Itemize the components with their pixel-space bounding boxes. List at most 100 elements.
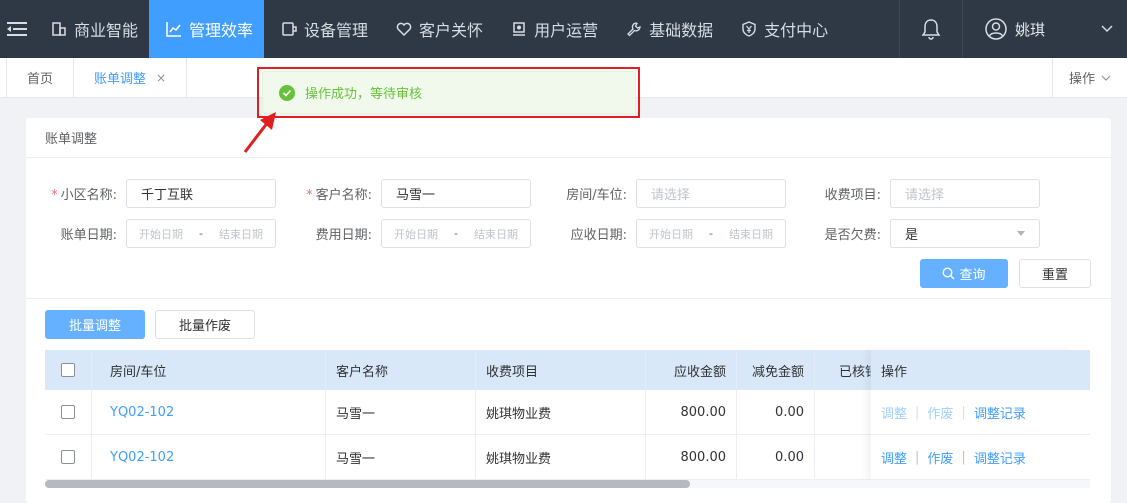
row-receivable: 800.00 — [646, 390, 737, 434]
customer-label: * 客户名称: — [306, 188, 372, 203]
nav-item-customer-care[interactable]: 客户关怀 — [379, 0, 494, 58]
bill-date-label: 账单日期: — [60, 228, 117, 243]
row-customer: 马雪一 — [326, 435, 476, 479]
row-fee-item: 姚琪物业费 — [476, 435, 646, 479]
header-room: 房间/车位 — [92, 350, 326, 390]
chart-line-icon — [165, 20, 183, 38]
device-icon — [280, 20, 298, 38]
operation-row: 调整 | 作废 | 调整记录 — [871, 390, 1071, 435]
batch-void-button[interactable]: 批量作废 — [155, 310, 255, 339]
operation-icon — [510, 20, 528, 38]
adjust-link[interactable]: 调整 — [881, 403, 907, 422]
room-link[interactable]: YQ02-102 — [110, 405, 174, 420]
nav-menu: 商业智能 管理效率 设备管理 客户关怀 用户运营 基础数据 支付中心 — [34, 0, 839, 58]
end-date-placeholder: 结束日期 — [473, 227, 518, 241]
tab-label: 账单调整 — [94, 72, 147, 87]
select-all-checkbox[interactable] — [61, 363, 75, 377]
row-fee-item: 姚琪物业费 — [476, 390, 646, 434]
nav-item-device-management[interactable]: 设备管理 — [264, 0, 379, 58]
annotation-arrow-icon — [243, 112, 276, 153]
building-icon — [50, 20, 68, 38]
header-customer: 客户名称 — [326, 350, 476, 390]
room-link[interactable]: YQ02-102 — [110, 450, 174, 465]
fee-item-label: 收费项目: — [824, 188, 881, 203]
overdue-label: 是否欠费: — [824, 228, 881, 243]
bill-date-range[interactable]: 开始日期 - 结束日期 — [126, 219, 276, 248]
nav-item-label: 支付中心 — [764, 21, 829, 40]
row-check-cell — [45, 435, 92, 479]
fee-date-label: 费用日期: — [315, 228, 372, 243]
tab-actions-dropdown[interactable]: 操作 — [1052, 58, 1127, 97]
adjust-record-link[interactable]: 调整记录 — [974, 403, 1026, 422]
nav-item-label: 设备管理 — [304, 21, 369, 40]
row-room-cell: YQ02-102 — [92, 390, 326, 434]
scrollbar-thumb[interactable] — [45, 480, 690, 488]
nav-item-label: 客户关怀 — [419, 21, 484, 40]
nav-item-user-operation[interactable]: 用户运营 — [494, 0, 609, 58]
nav-item-payment-center[interactable]: 支付中心 — [724, 0, 839, 58]
nav-right: 姚琪 — [899, 0, 1127, 58]
hamburger-icon — [7, 22, 27, 36]
row-reduction: 0.00 — [737, 390, 815, 434]
adjust-record-link[interactable]: 调整记录 — [974, 448, 1026, 467]
operation-row: 调整 | 作废 | 调整记录 — [871, 435, 1071, 480]
nav-item-label: 商业智能 — [74, 21, 139, 40]
end-date-placeholder: 结束日期 — [218, 227, 263, 241]
menu-toggle-button[interactable] — [0, 0, 34, 58]
fee-date-range[interactable]: 开始日期 - 结束日期 — [381, 219, 531, 248]
overdue-select[interactable]: 是 — [890, 219, 1040, 248]
nav-item-business-intelligence[interactable]: 商业智能 — [34, 0, 149, 58]
caret-down-icon — [1017, 231, 1025, 236]
heart-icon — [395, 20, 413, 38]
table-horizontal-scrollbar[interactable] — [45, 480, 1090, 488]
form-row-2: 账单日期: 开始日期 - 结束日期 费用日期: 开始日期 - 结束日期 应收日期… — [26, 219, 1040, 248]
section-divider — [26, 298, 1111, 299]
community-label: * 小区名称: — [51, 188, 117, 203]
required-mark: * — [306, 188, 313, 203]
row-room-cell: YQ02-102 — [92, 435, 326, 479]
adjust-link[interactable]: 调整 — [881, 448, 907, 467]
tab-label: 首页 — [27, 72, 54, 87]
nav-item-label: 管理效率 — [189, 21, 254, 40]
community-input[interactable]: 千丁互联 — [126, 179, 276, 208]
tab-home[interactable]: 首页 — [6, 58, 75, 97]
nav-item-management-efficiency[interactable]: 管理效率 — [149, 0, 265, 58]
close-icon[interactable]: × — [156, 71, 166, 85]
operation-column: 操作 调整 | 作废 | 调整记录 调整 | 作废 | 调整记录 — [871, 350, 1071, 480]
batch-adjust-button[interactable]: 批量调整 — [45, 310, 145, 339]
nav-item-label: 用户运营 — [534, 21, 599, 40]
tab-bill-adjust[interactable]: 账单调整 × — [74, 58, 188, 97]
receivable-date-range[interactable]: 开始日期 - 结束日期 — [636, 219, 786, 248]
top-nav: 商业智能 管理效率 设备管理 客户关怀 用户运营 基础数据 支付中心 姚琪 — [0, 0, 1127, 58]
user-name: 姚琪 — [1015, 20, 1046, 39]
nav-item-basic-data[interactable]: 基础数据 — [609, 0, 724, 58]
annotation-highlight-box — [257, 67, 640, 118]
row-checkbox[interactable] — [61, 450, 75, 464]
row-receivable: 800.00 — [646, 435, 737, 479]
fee-item-select[interactable]: 请选择 — [890, 179, 1040, 208]
user-menu[interactable]: 姚琪 — [963, 0, 1127, 58]
end-date-placeholder: 结束日期 — [728, 227, 773, 241]
chevron-down-icon — [1101, 75, 1111, 81]
reset-button[interactable]: 重置 — [1019, 259, 1091, 288]
row-checkbox[interactable] — [61, 405, 75, 419]
header-fee-item: 收费项目 — [476, 350, 646, 390]
shield-yen-icon — [740, 20, 758, 38]
nav-item-label: 基础数据 — [649, 21, 714, 40]
start-date-placeholder: 开始日期 — [139, 227, 183, 241]
search-button[interactable]: 查询 — [920, 259, 1008, 288]
search-icon — [942, 267, 955, 280]
void-link[interactable]: 作废 — [927, 403, 953, 422]
row-reduction: 0.00 — [737, 435, 815, 479]
bell-icon — [921, 19, 941, 40]
overdue-value: 是 — [905, 228, 919, 243]
select-all-cell — [45, 350, 92, 390]
void-link[interactable]: 作废 — [927, 448, 953, 467]
notifications-button[interactable] — [899, 0, 963, 58]
wrench-icon — [625, 20, 643, 38]
header-receivable: 应收金额 — [646, 350, 737, 390]
customer-input[interactable]: 马雪一 — [381, 179, 531, 208]
receivable-date-label: 应收日期: — [570, 228, 627, 243]
room-select[interactable]: 请选择 — [636, 179, 786, 208]
row-customer: 马雪一 — [326, 390, 476, 434]
